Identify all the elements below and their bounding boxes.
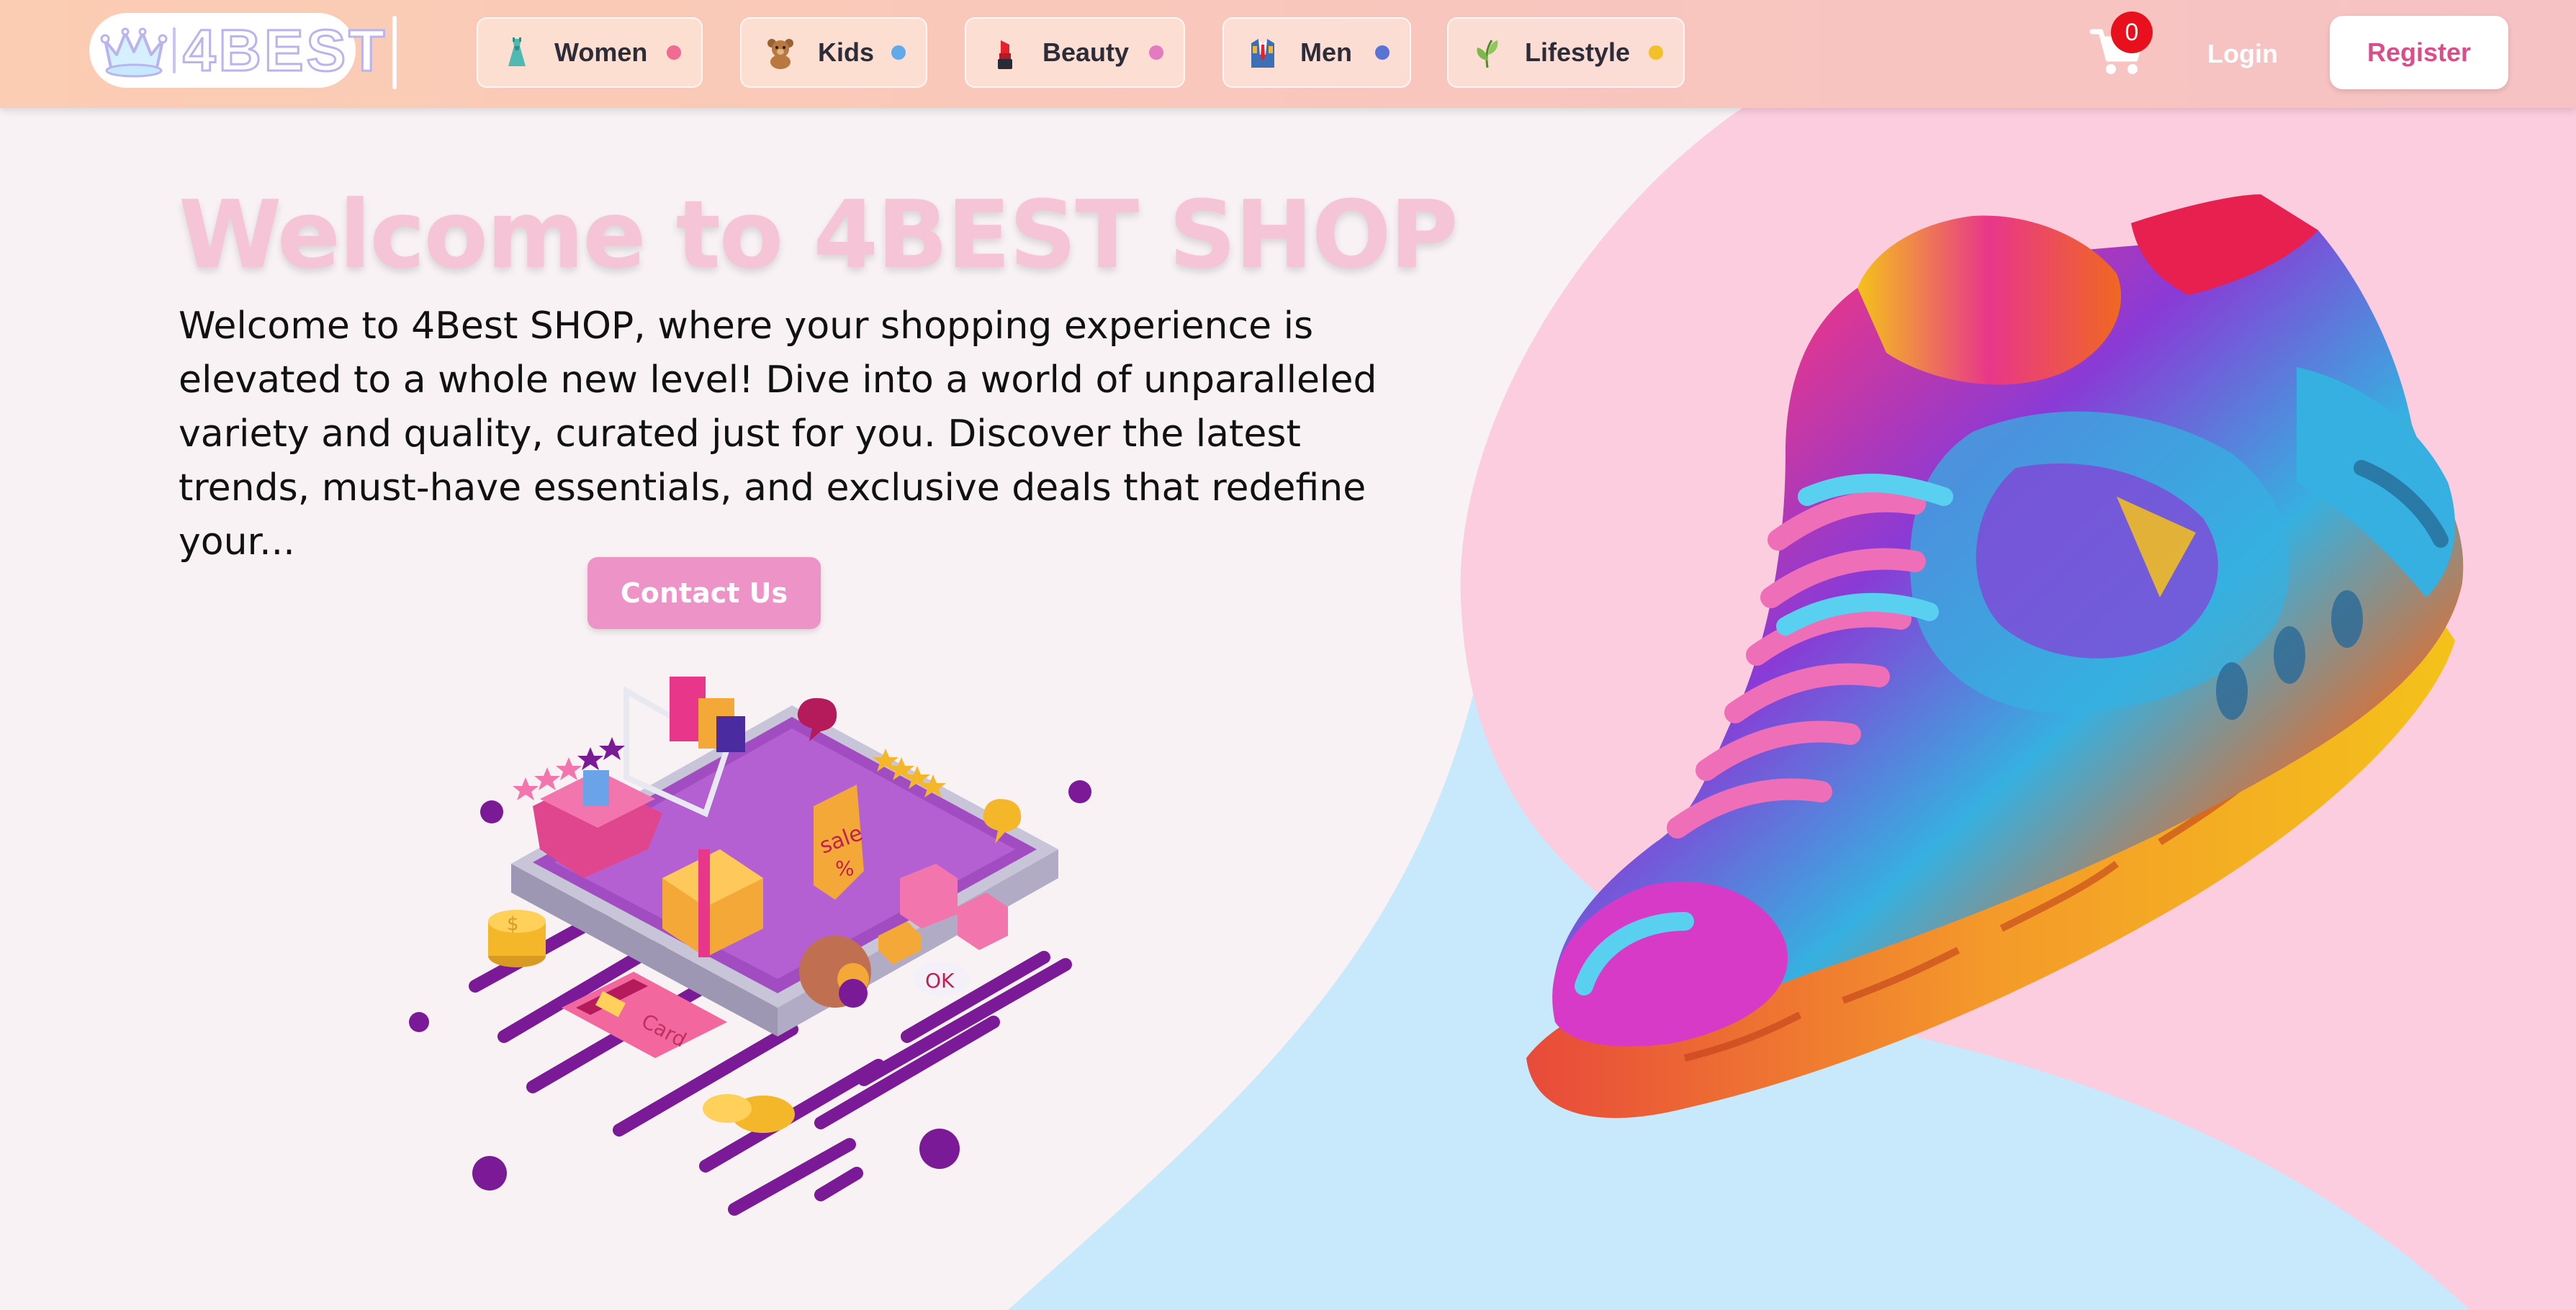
login-link[interactable]: Login — [2207, 29, 2278, 79]
logo-separator — [173, 27, 176, 73]
nav-category-label: Men — [1300, 37, 1352, 67]
nav-category-label: Women — [554, 37, 648, 67]
crown-icon — [100, 27, 168, 78]
nav-category-beauty[interactable]: Beauty — [965, 17, 1185, 88]
category-indicator-dot — [1149, 45, 1163, 60]
nav-category-label: Beauty — [1042, 37, 1130, 67]
ok-badge-text: OK — [925, 969, 955, 993]
nav-category-kids[interactable]: Kids — [740, 17, 927, 88]
suit-icon — [1251, 39, 1274, 68]
nav-category-women[interactable]: Women — [477, 17, 703, 88]
category-indicator-dot — [1375, 45, 1390, 60]
register-button[interactable]: Register — [2330, 16, 2508, 89]
hero-description: Welcome to 4Best SHOP, where your shoppi… — [179, 304, 1377, 564]
category-indicator-dot — [1649, 45, 1663, 60]
coin-text: $ — [507, 913, 519, 935]
top-navbar: 4BEST Women Kids Beauty Men Lifestyle 0 … — [0, 0, 2576, 108]
category-indicator-dot — [891, 45, 906, 60]
logo-text: 4BEST — [181, 17, 388, 84]
nav-category-label: Kids — [818, 37, 875, 67]
brand-logo[interactable]: 4BEST — [89, 13, 386, 88]
sale-percent-text: % — [835, 857, 855, 880]
shopping-phone-illustration: sale % OK $ Card — [409, 677, 1091, 1216]
rainbow-sneaker-image — [1526, 194, 2464, 1119]
nav-category-men[interactable]: Men — [1222, 17, 1411, 88]
teddy-bear-icon — [767, 39, 793, 69]
nav-category-lifestyle[interactable]: Lifestyle — [1447, 17, 1685, 88]
dress-icon — [508, 37, 526, 66]
contact-us-button[interactable]: Contact Us — [587, 557, 821, 629]
nav-divider — [392, 16, 397, 89]
cart-count-badge: 0 — [2111, 12, 2153, 53]
category-indicator-dot — [667, 45, 681, 60]
hero-title: Welcome to 4BEST SHOP — [179, 180, 1459, 289]
nav-category-label: Lifestyle — [1525, 37, 1631, 67]
leaf-icon — [1477, 40, 1498, 68]
lipstick-icon — [998, 40, 1012, 69]
